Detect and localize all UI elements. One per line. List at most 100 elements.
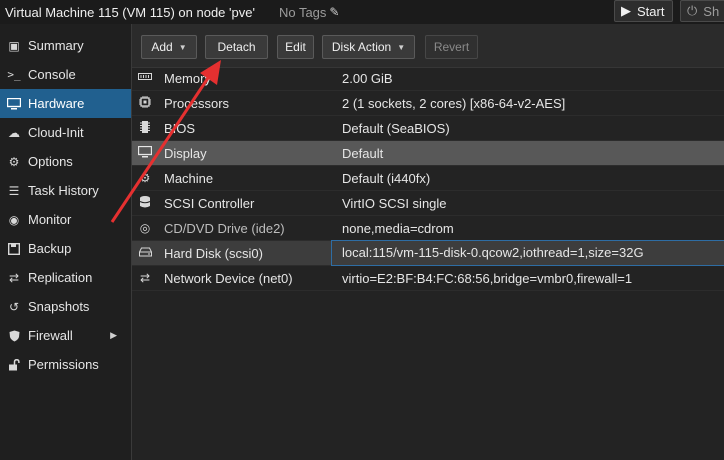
sidebar-item-label: Options [28, 154, 73, 169]
database-icon [137, 195, 153, 212]
hdd-icon [137, 246, 153, 260]
sidebar-item-task-history[interactable]: ☰ Task History [0, 176, 131, 205]
sidebar-item-firewall[interactable]: Firewall ▶ [0, 321, 131, 350]
row-value: none,media=cdrom [342, 220, 454, 236]
gear-icon: ⚙ [8, 154, 20, 169]
book-icon: ▣ [8, 38, 20, 53]
edit-button-label: Edit [285, 40, 306, 54]
sidebar-item-label: Task History [28, 183, 99, 198]
sidebar-item-label: Permissions [28, 357, 99, 372]
table-row[interactable]: SCSI Controller VirtIO SCSI single [132, 191, 724, 216]
pencil-icon[interactable]: ✎ [329, 5, 339, 19]
sidebar-item-label: Hardware [28, 96, 85, 111]
sidebar-item-cloud-init[interactable]: ☁ Cloud-Init [0, 118, 131, 147]
cdrom-icon: ◎ [139, 221, 151, 235]
table-row[interactable]: BIOS Default (SeaBIOS) [132, 116, 724, 141]
add-button-label: Add [151, 40, 173, 54]
terminal-icon: >_ [7, 68, 21, 81]
sidebar-item-backup[interactable]: Backup [0, 234, 131, 263]
row-value: Default (SeaBIOS) [342, 120, 450, 136]
memory-icon [137, 71, 153, 85]
sidebar-item-hardware[interactable]: Hardware [0, 89, 131, 118]
page-header: Virtual Machine 115 (VM 115) on node 'pv… [0, 0, 724, 24]
revert-button-label: Revert [433, 40, 470, 54]
shutdown-button[interactable]: ⏻ Sh [680, 0, 724, 22]
row-value: virtio=E2:BF:B4:FC:68:56,bridge=vmbr0,fi… [342, 270, 633, 286]
floppy-icon [5, 242, 23, 255]
sidebar-item-snapshots[interactable]: ↺ Snapshots [0, 292, 131, 321]
row-value: Default [342, 145, 384, 161]
eye-icon: ◉ [8, 212, 20, 227]
row-label: Network Device (net0) [164, 270, 293, 286]
sidebar-item-label: Console [28, 67, 76, 82]
disk-action-button[interactable]: Disk Action ▼ [322, 35, 415, 59]
shutdown-button-label: Sh [703, 3, 720, 19]
row-value: 2 (1 sockets, 2 cores) [x86-64-v2-AES] [342, 95, 566, 111]
page-title: Virtual Machine 115 (VM 115) on node 'pv… [5, 4, 255, 20]
tags-label: No Tags [278, 4, 327, 20]
list-icon: ☰ [8, 183, 20, 198]
table-row[interactable]: Memory 2.00 GiB [132, 66, 724, 91]
start-button-label: Start [637, 3, 665, 19]
monitor-icon [5, 97, 23, 110]
cogs-icon: ⚙ [139, 171, 151, 185]
sidebar-item-console[interactable]: >_ Console [0, 60, 131, 89]
row-value: Default (i440fx) [342, 170, 431, 186]
row-label: Display [164, 145, 207, 161]
play-icon: ▶ [621, 3, 631, 18]
sidebar-item-label: Replication [28, 270, 93, 285]
hardware-list: Memory 2.00 GiB Processors 2 (1 sockets,… [132, 66, 724, 291]
table-row[interactable]: ◎ CD/DVD Drive (ide2) none,media=cdrom [132, 216, 724, 241]
table-row[interactable]: ⇄ Network Device (net0) virtio=E2:BF:B4:… [132, 266, 724, 291]
sidebar-item-label: Firewall [28, 328, 73, 343]
desktop-icon [137, 145, 153, 161]
unlock-icon [5, 358, 23, 371]
row-value: local:115/vm-115-disk-0.qcow2,iothread=1… [331, 240, 724, 266]
table-row[interactable]: Display Default [132, 141, 724, 166]
row-label: Memory [164, 70, 211, 86]
retweet-icon: ⇄ [8, 270, 20, 285]
add-button[interactable]: Add ▼ [141, 35, 197, 59]
cloud-icon: ☁ [8, 125, 20, 140]
row-label: SCSI Controller [164, 195, 255, 211]
sidebar-item-label: Backup [28, 241, 72, 256]
expand-caret-icon[interactable]: ▶ [110, 330, 117, 341]
shield-icon [5, 330, 23, 342]
sidebar-item-replication[interactable]: ⇄ Replication [0, 263, 131, 292]
hardware-panel: Add ▼ Detach Edit Disk Action ▼ Revert M… [132, 24, 724, 460]
sidebar-item-label: Snapshots [28, 299, 90, 314]
disk-action-button-label: Disk Action [331, 40, 392, 54]
sidebar-item-options[interactable]: ⚙ Options [0, 147, 131, 176]
cpu-icon [137, 95, 153, 112]
tags-area[interactable]: No Tags ✎ [279, 5, 340, 20]
hardware-toolbar: Add ▼ Detach Edit Disk Action ▼ Revert [132, 24, 724, 68]
table-row[interactable]: Hard Disk (scsi0) local:115/vm-115-disk-… [132, 240, 724, 266]
sidebar-item-permissions[interactable]: Permissions [0, 350, 131, 379]
detach-button-label: Detach [217, 40, 256, 54]
history-icon: ↺ [8, 299, 20, 314]
sidebar-item-monitor[interactable]: ◉ Monitor [0, 205, 131, 234]
power-icon: ⏻ [687, 3, 698, 18]
sidebar-item-label: Cloud-Init [28, 125, 84, 140]
row-label: Hard Disk (scsi0) [164, 245, 263, 261]
start-button[interactable]: ▶ Start [614, 0, 674, 22]
sidebar-item-summary[interactable]: ▣ Summary [0, 31, 131, 60]
chevron-down-icon: ▼ [178, 42, 187, 52]
table-row[interactable]: ⚙ Machine Default (i440fx) [132, 166, 724, 191]
row-label: Processors [164, 95, 230, 111]
sidebar-item-label: Monitor [28, 212, 72, 227]
exchange-icon: ⇄ [139, 271, 151, 285]
row-value: 2.00 GiB [342, 70, 393, 86]
revert-button[interactable]: Revert [425, 35, 478, 59]
row-label: Machine [164, 170, 214, 186]
sidebar: ▣ Summary >_ Console Hardware ☁ Cloud-In… [0, 31, 131, 460]
sidebar-item-label: Summary [28, 38, 84, 53]
detach-button[interactable]: Detach [205, 35, 268, 59]
row-value: VirtIO SCSI single [342, 195, 447, 211]
row-label: BIOS [164, 120, 196, 136]
microchip-icon [137, 120, 153, 137]
table-row[interactable]: Processors 2 (1 sockets, 2 cores) [x86-6… [132, 91, 724, 116]
row-label: CD/DVD Drive (ide2) [164, 220, 285, 236]
edit-button[interactable]: Edit [277, 35, 314, 59]
chevron-down-icon: ▼ [397, 42, 406, 52]
